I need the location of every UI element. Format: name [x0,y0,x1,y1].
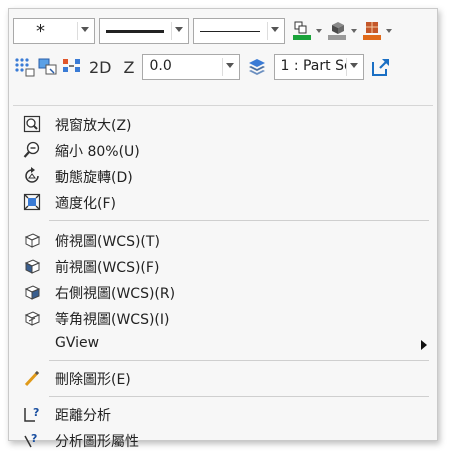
line-type-preview [200,31,260,32]
solid-color-icon[interactable] [361,20,383,42]
menu-item-label: 前視圖(WCS)(F) [55,260,160,276]
dynamic-rotate-icon [23,167,41,185]
layer-select[interactable]: 1 : Part Sol [274,54,365,80]
menu-item-label: GView [55,335,100,351]
isometric-view-icon [23,309,41,327]
menu-item-zoom-window[interactable]: 視窗放大(Z) [9,111,437,137]
context-panel: * 2D Z 0.0 1: Part S 視窗放大(Z) 縮小 80%(U) … [8,8,438,450]
line-width-preview [106,30,164,33]
toolbar-row-2: 2D Z 0.0 1 : Part Sol [13,53,394,81]
menu-item-label: 距離分析 [55,408,111,424]
z-depth-label: Z [123,57,135,77]
line-type-select[interactable] [193,18,285,44]
layer-value: 1 : Part Sol [280,58,346,74]
delete-graphics-icon [23,369,41,387]
menu-item-dynamic-rotate[interactable]: 動態旋轉(D) [9,163,437,189]
menu-item-delete-graphics[interactable]: 刪除圖形(E) [9,365,437,391]
menu-item-label: 刪除圖形(E) [55,372,131,388]
menu-item-isometric-view[interactable]: 等角視圖(WCS)(I) [9,305,437,331]
menu-item-label: 適度化(F) [55,196,116,212]
menu-item-label: 動態旋轉(D) [55,170,133,186]
front-view-icon [23,257,41,275]
line-width-select[interactable] [99,18,189,44]
menu-item-label: 俯視圖(WCS)(T) [55,234,160,250]
wire-color-icon[interactable] [291,20,313,42]
chevron-down-icon [81,27,89,32]
menu-item-right-view[interactable]: 右側視圖(WCS)(R) [9,279,437,305]
menu-separator [49,360,429,361]
toolbar-row-1: * [13,17,396,45]
chevron-down-icon [226,63,235,68]
chevron-down-icon [175,27,183,32]
menu-item-label: 縮小 80%(U) [55,144,140,160]
menu-item-label: 等角視圖(WCS)(I) [55,312,170,328]
menu-item-fit[interactable]: 適度化(F) [9,189,437,215]
menu-item-zoom-out[interactable]: 縮小 80%(U) [9,137,437,163]
chevron-down-icon [271,27,279,32]
top-view-icon [23,231,41,249]
external-link-icon[interactable] [370,56,392,78]
transform-icon[interactable] [37,56,59,78]
z-depth-value: 0.0 [149,58,172,74]
menu-item-gview[interactable]: GView [9,331,437,357]
line-style-select[interactable]: * [13,18,95,44]
menu-item-top-view[interactable]: 俯視圖(WCS)(T) [9,227,437,253]
mode-2d-toggle[interactable]: 2D [89,58,112,77]
align-icon[interactable] [61,56,83,78]
chevron-down-icon [350,63,359,68]
svg-text:?: ? [31,432,37,445]
wire-color-dropdown[interactable] [316,29,322,33]
z-depth-select[interactable]: 0.0 [142,54,241,80]
distance-analysis-icon: ? [23,405,41,423]
fit-icon [23,193,41,211]
menu-item-label: 視窗放大(Z) [55,118,132,134]
menu-item-analyze-properties[interactable]: ? 分析圖形屬性 [9,427,437,453]
right-view-icon [23,283,41,301]
menu-item-label: 右側視圖(WCS)(R) [55,286,176,302]
menu-separator [49,396,429,397]
zoom-out-icon [23,141,41,159]
svg-text:?: ? [33,406,39,419]
line-style-value: * [36,21,45,42]
submenu-arrow-icon [421,340,427,350]
layers-icon[interactable] [246,56,268,78]
menu-item-distance-analysis[interactable]: ? 距離分析 [9,401,437,427]
menu-separator [49,220,429,221]
menu-item-front-view[interactable]: 前視圖(WCS)(F) [9,253,437,279]
analyze-properties-icon: ? [23,431,41,449]
surface-color-dropdown[interactable] [351,29,357,33]
zoom-window-icon [23,115,41,133]
solid-color-dropdown[interactable] [386,29,392,33]
grid-points-icon[interactable] [13,56,35,78]
menu-item-label: 分析圖形屬性 [55,434,139,450]
surface-color-icon[interactable] [326,20,348,42]
attributes-toolbar: * 2D Z 0.0 1: Part S [13,15,433,97]
